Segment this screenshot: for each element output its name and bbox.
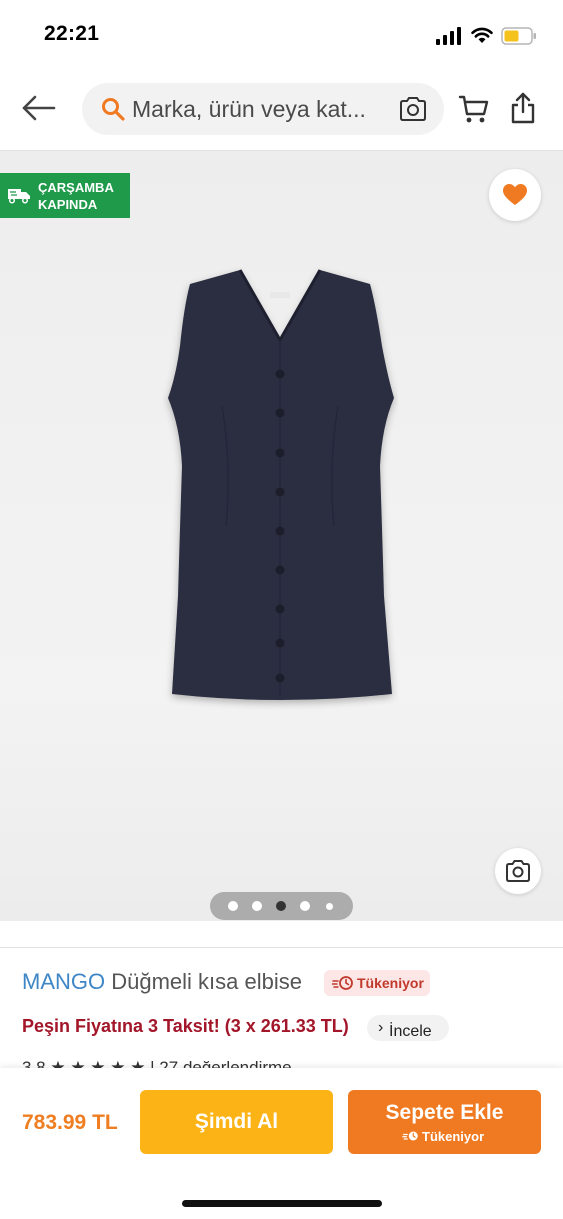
installment-text: Peşin Fiyatına 3 Taksit! (3 x 261.33 TL) <box>22 1016 349 1036</box>
delivery-badge-line2: KAPINDA <box>38 197 98 212</box>
info-divider <box>0 947 563 948</box>
buy-now-button[interactable]: Şimdi Al <box>140 1090 333 1154</box>
pager-dot[interactable] <box>252 901 262 911</box>
battery-icon <box>501 27 536 45</box>
clock-icon <box>402 1131 418 1141</box>
favorite-button[interactable] <box>489 169 541 221</box>
camera-icon <box>506 860 530 882</box>
product-name: Düğmeli kısa elbise <box>111 969 302 994</box>
cart-icon[interactable] <box>458 93 490 125</box>
wifi-icon <box>471 27 493 43</box>
rating-row[interactable]: 3.8 ★ ★ ★ ★ ★ | 27 değerlendirme <box>22 1058 292 1068</box>
product-title: MANGO Düğmeli kısa elbise <box>22 969 302 995</box>
search-input[interactable] <box>132 94 394 124</box>
status-time: 22:21 <box>44 22 100 45</box>
back-arrow-icon[interactable] <box>18 88 62 128</box>
price: 783.99 TL <box>22 1111 118 1134</box>
brand-link[interactable]: MANGO <box>22 969 105 994</box>
heart-icon <box>503 184 527 205</box>
stock-badge: Tükeniyor <box>324 970 430 996</box>
home-indicator <box>182 1200 382 1207</box>
pager-dot[interactable] <box>228 901 238 911</box>
stock-badge-label: Tükeniyor <box>357 975 424 991</box>
add-to-cart-button[interactable]: Sepete Ekle Tükeniyor <box>348 1090 541 1154</box>
share-icon[interactable] <box>509 91 537 125</box>
pager-dot-active[interactable] <box>276 901 286 911</box>
add-to-cart-stock-note: Tükeniyor <box>422 1129 485 1144</box>
camera-icon[interactable] <box>398 95 428 123</box>
pager-dot[interactable] <box>300 901 310 911</box>
truck-icon <box>8 189 30 204</box>
delivery-badge-line1: ÇARŞAMBA <box>38 180 114 195</box>
review-button-label: İncele › <box>378 1019 432 1040</box>
installment-review-button[interactable]: İncele › <box>367 1015 449 1041</box>
add-to-cart-label: Sepete Ekle <box>385 1101 504 1124</box>
clock-icon <box>332 976 353 990</box>
signal-icon <box>436 27 461 45</box>
product-image <box>168 269 394 700</box>
visual-search-button[interactable] <box>495 848 541 894</box>
image-pager <box>210 892 353 920</box>
pager-dot[interactable] <box>326 903 333 910</box>
search-icon <box>102 98 125 121</box>
